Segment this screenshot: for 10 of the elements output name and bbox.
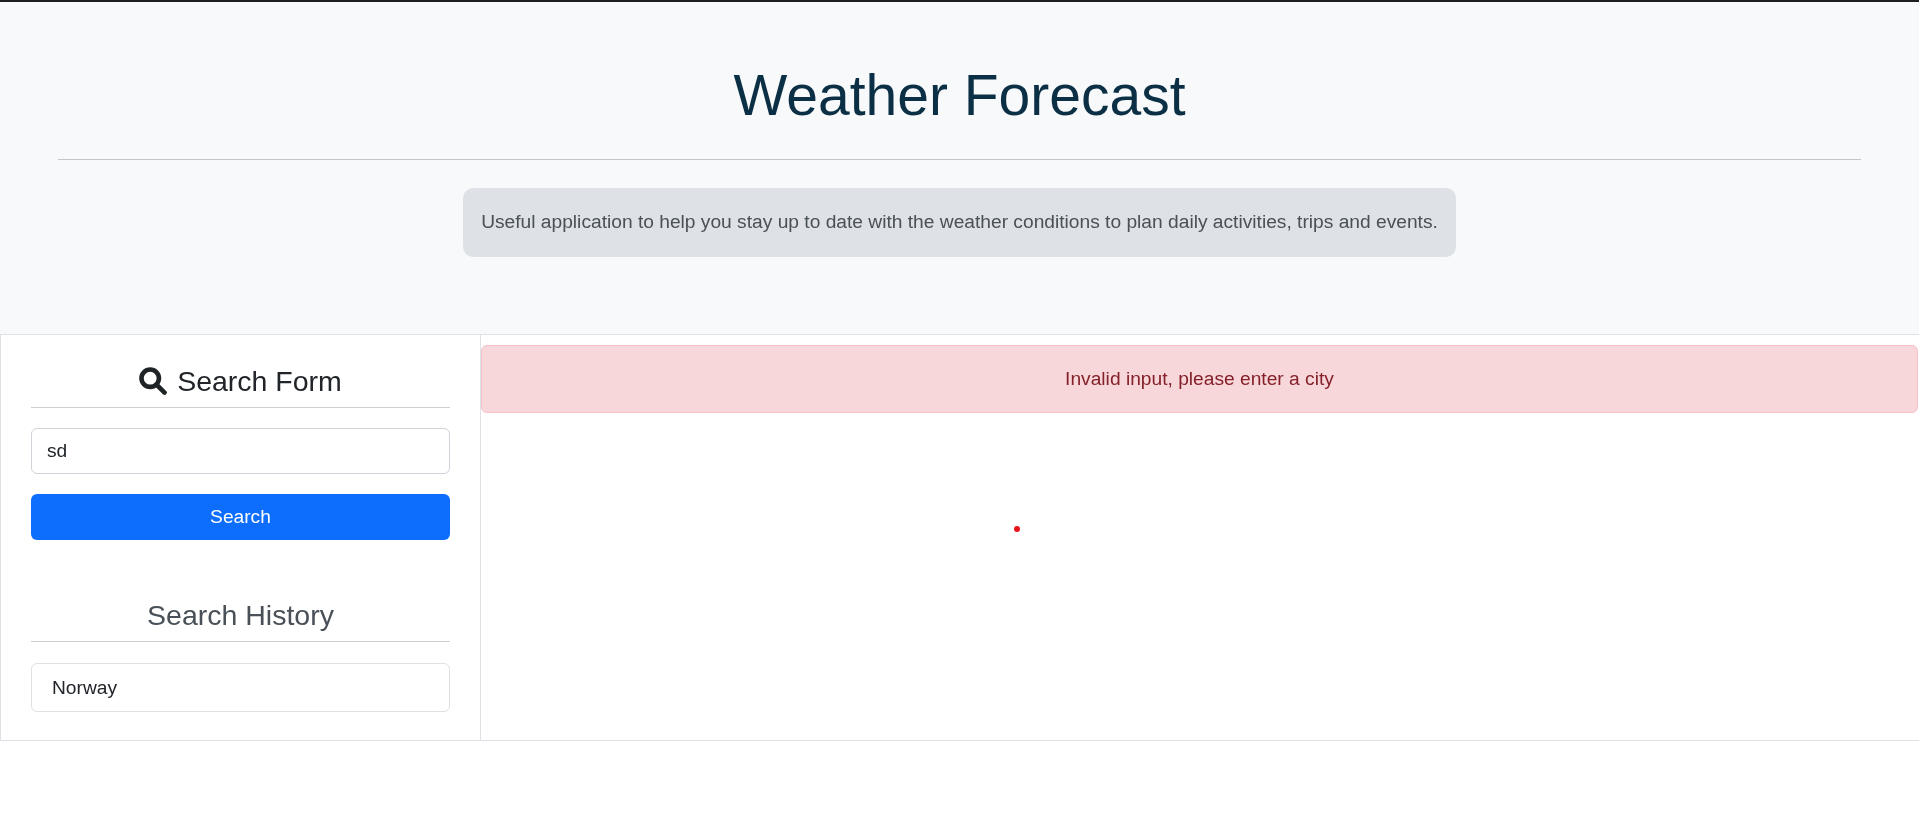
description-banner: Useful application to help you stay up to date with the weather conditions to plan daily activities, trips and events. — [463, 188, 1456, 258]
dot-icon — [1014, 526, 1020, 532]
history-item[interactable]: Norway — [31, 663, 450, 712]
page-title: Weather Forecast — [733, 62, 1186, 129]
search-icon — [139, 367, 168, 395]
section-heading: Search History — [146, 598, 335, 632]
section-heading: Search Form — [177, 364, 342, 398]
error-alert: Invalid input, please enter a city — [481, 345, 1918, 413]
search-button[interactable]: Search — [31, 494, 450, 540]
search-field[interactable]: sd — [31, 428, 450, 474]
